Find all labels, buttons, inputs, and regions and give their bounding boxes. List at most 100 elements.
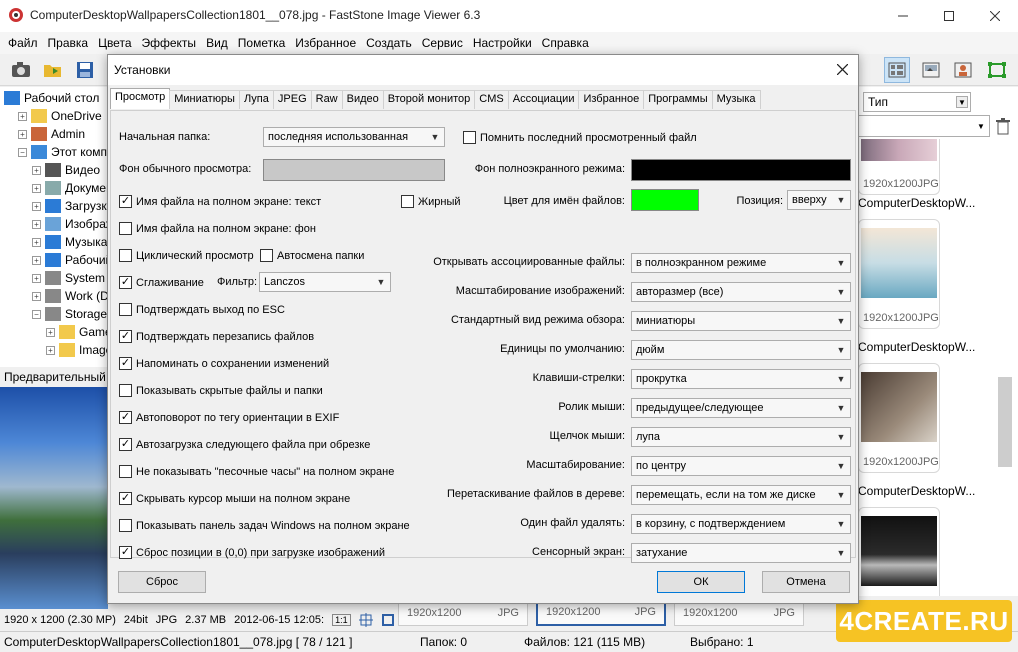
bold-checkbox[interactable]: Жирный — [401, 195, 461, 208]
dialog-close-button[interactable] — [832, 59, 852, 79]
collapse-icon[interactable]: − — [18, 147, 27, 157]
setting-dropdown[interactable]: миниатюры ▼ — [631, 311, 851, 331]
fullscreen-bg-color-swatch[interactable] — [631, 159, 851, 181]
tree-item[interactable]: + Work (D:) — [32, 287, 107, 305]
setting-dropdown[interactable]: в полноэкранном режиме ▼ — [631, 253, 851, 273]
menu-item[interactable]: Эффекты — [137, 36, 202, 50]
cancel-button[interactable]: Отмена — [762, 571, 850, 593]
option-checkbox[interactable]: Имя файла на полном экране: фон — [119, 222, 316, 235]
tab-item[interactable]: Второй монитор — [382, 90, 476, 109]
expand-icon[interactable]: + — [32, 273, 41, 283]
collapse-icon[interactable]: − — [32, 309, 41, 319]
tab-item[interactable]: CMS — [474, 90, 509, 109]
expand-icon[interactable]: + — [32, 255, 41, 265]
option-checkbox[interactable]: Показывать скрытые файлы и папки — [119, 384, 323, 397]
tree-item[interactable]: − Storage — [32, 305, 107, 323]
tree-item[interactable]: + Видео — [32, 161, 100, 179]
expand-icon[interactable]: + — [46, 327, 55, 337]
expand-icon[interactable]: + — [32, 219, 41, 229]
actual-size-button[interactable]: 1:1 — [332, 614, 351, 626]
scrollbar-thumb[interactable] — [998, 377, 1012, 467]
tab-item[interactable]: Лупа — [238, 90, 274, 109]
autochange-folder-checkbox[interactable]: Автосмена папки — [260, 249, 364, 262]
option-checkbox[interactable]: ✓ Имя файла на полном экране: текст — [119, 195, 321, 208]
menu-item[interactable]: Пометка — [233, 36, 291, 50]
expand-icon[interactable]: + — [32, 291, 41, 301]
tab-item[interactable]: Избранное — [578, 90, 645, 109]
tree-item[interactable]: + Games — [46, 323, 107, 341]
option-checkbox[interactable]: Подтверждать выход по ESC — [119, 303, 285, 316]
option-checkbox[interactable]: ✓ Напоминать о сохранении изменений — [119, 357, 329, 370]
close-window-button[interactable] — [972, 0, 1018, 32]
menu-item[interactable]: Настройки — [468, 36, 537, 50]
tab-item[interactable]: Программы — [643, 90, 713, 109]
filter-dropdown[interactable]: ▼ — [858, 115, 990, 137]
menu-item[interactable]: Правка — [43, 36, 94, 50]
fullscreen-button[interactable] — [984, 57, 1010, 83]
tree-item[interactable]: + Рабочий стол — [32, 251, 107, 269]
expand-icon[interactable]: + — [32, 201, 41, 211]
menu-item[interactable]: Вид — [201, 36, 233, 50]
maximize-button[interactable] — [926, 0, 972, 32]
tab-item[interactable]: Raw — [310, 90, 343, 109]
tree-item[interactable]: + Музыка — [32, 233, 107, 251]
setting-dropdown[interactable]: дюйм ▼ — [631, 340, 851, 360]
person-view-button[interactable] — [950, 57, 976, 83]
minimize-button[interactable] — [880, 0, 926, 32]
ok-button[interactable]: ОК — [657, 571, 745, 593]
tree-item[interactable]: + OneDrive — [18, 107, 102, 125]
setting-dropdown[interactable]: предыдущее/следующее ▼ — [631, 398, 851, 418]
save-button[interactable] — [72, 57, 98, 83]
menu-item[interactable]: Цвета — [93, 36, 136, 50]
option-checkbox[interactable]: ✓ Сглаживание — [119, 276, 204, 289]
option-checkbox[interactable]: ✓ Подтверждать перезапись файлов — [119, 330, 314, 343]
thumbnail-view-button[interactable] — [884, 57, 910, 83]
menu-item[interactable]: Создать — [361, 36, 417, 50]
tree-item[interactable]: + Документы — [32, 179, 107, 197]
setting-dropdown[interactable]: перемещать, если на том же диске ▼ — [631, 485, 851, 505]
tab-item[interactable]: Ассоциации — [507, 90, 580, 109]
setting-dropdown[interactable]: в корзину, с подтверждением ▼ — [631, 514, 851, 534]
tab-view[interactable]: Просмотр — [110, 88, 171, 109]
expand-icon[interactable]: + — [18, 111, 27, 121]
setting-dropdown[interactable]: по центру ▼ — [631, 456, 851, 476]
tree-item[interactable]: − Этот компьютер — [18, 143, 107, 161]
thumbnail-card[interactable]: 1920x1200 JPG — [858, 363, 940, 473]
expand-icon[interactable]: + — [46, 345, 55, 355]
start-folder-dropdown[interactable]: последняя использованная ▼ — [263, 127, 445, 147]
tree-item[interactable]: + Admin — [18, 125, 85, 143]
expand-icon[interactable]: + — [32, 237, 41, 247]
trash-icon[interactable] — [994, 117, 1012, 135]
fit-icon[interactable] — [358, 613, 373, 627]
setting-dropdown[interactable]: прокрутка ▼ — [631, 369, 851, 389]
open-folder-button[interactable] — [40, 57, 66, 83]
normal-bg-color-swatch[interactable] — [263, 159, 445, 181]
setting-dropdown[interactable]: затухание ▼ — [631, 543, 851, 563]
setting-dropdown[interactable]: авторазмер (все) ▼ — [631, 282, 851, 302]
tree-item[interactable]: Рабочий стол — [4, 89, 99, 107]
sort-dropdown[interactable]: Тип ▼ — [863, 92, 971, 112]
option-checkbox[interactable]: Циклический просмотр — [119, 249, 254, 262]
remember-last-file-checkbox[interactable]: Помнить последний просмотренный файл — [463, 131, 697, 144]
option-checkbox[interactable]: ✓ Сброс позиции в (0,0) при загрузке изоб… — [119, 546, 385, 559]
tree-item[interactable]: + Загрузки — [32, 197, 107, 215]
menu-item[interactable]: Файл — [3, 36, 43, 50]
tab-item[interactable]: Миниатюры — [169, 90, 240, 109]
tab-item[interactable]: Видео — [341, 90, 384, 109]
menu-item[interactable]: Сервис — [417, 36, 468, 50]
expand-icon[interactable]: + — [18, 129, 27, 139]
tree-item[interactable]: + System (C:) — [32, 269, 107, 287]
menu-item[interactable]: Избранное — [290, 36, 361, 50]
option-checkbox[interactable]: ✓ Скрывать курсор мыши на полном экране — [119, 492, 350, 505]
preview-view-button[interactable] — [918, 57, 944, 83]
option-checkbox[interactable]: Не показывать "песочные часы" на полном … — [119, 465, 394, 478]
tab-item[interactable]: Музыка — [711, 90, 761, 109]
expand-icon[interactable]: + — [32, 165, 41, 175]
filter-dropdown[interactable]: Lanczos ▼ — [259, 272, 391, 292]
thumbnail-card[interactable]: 1920x1200 JPG — [858, 139, 940, 195]
filename-color-swatch[interactable] — [631, 189, 699, 211]
crop-icon[interactable] — [381, 613, 395, 627]
setting-dropdown[interactable]: лупа ▼ — [631, 427, 851, 447]
tree-item[interactable]: + Изображения — [32, 215, 107, 233]
thumbnail-card[interactable]: 1920x1200 JPG — [858, 219, 940, 329]
